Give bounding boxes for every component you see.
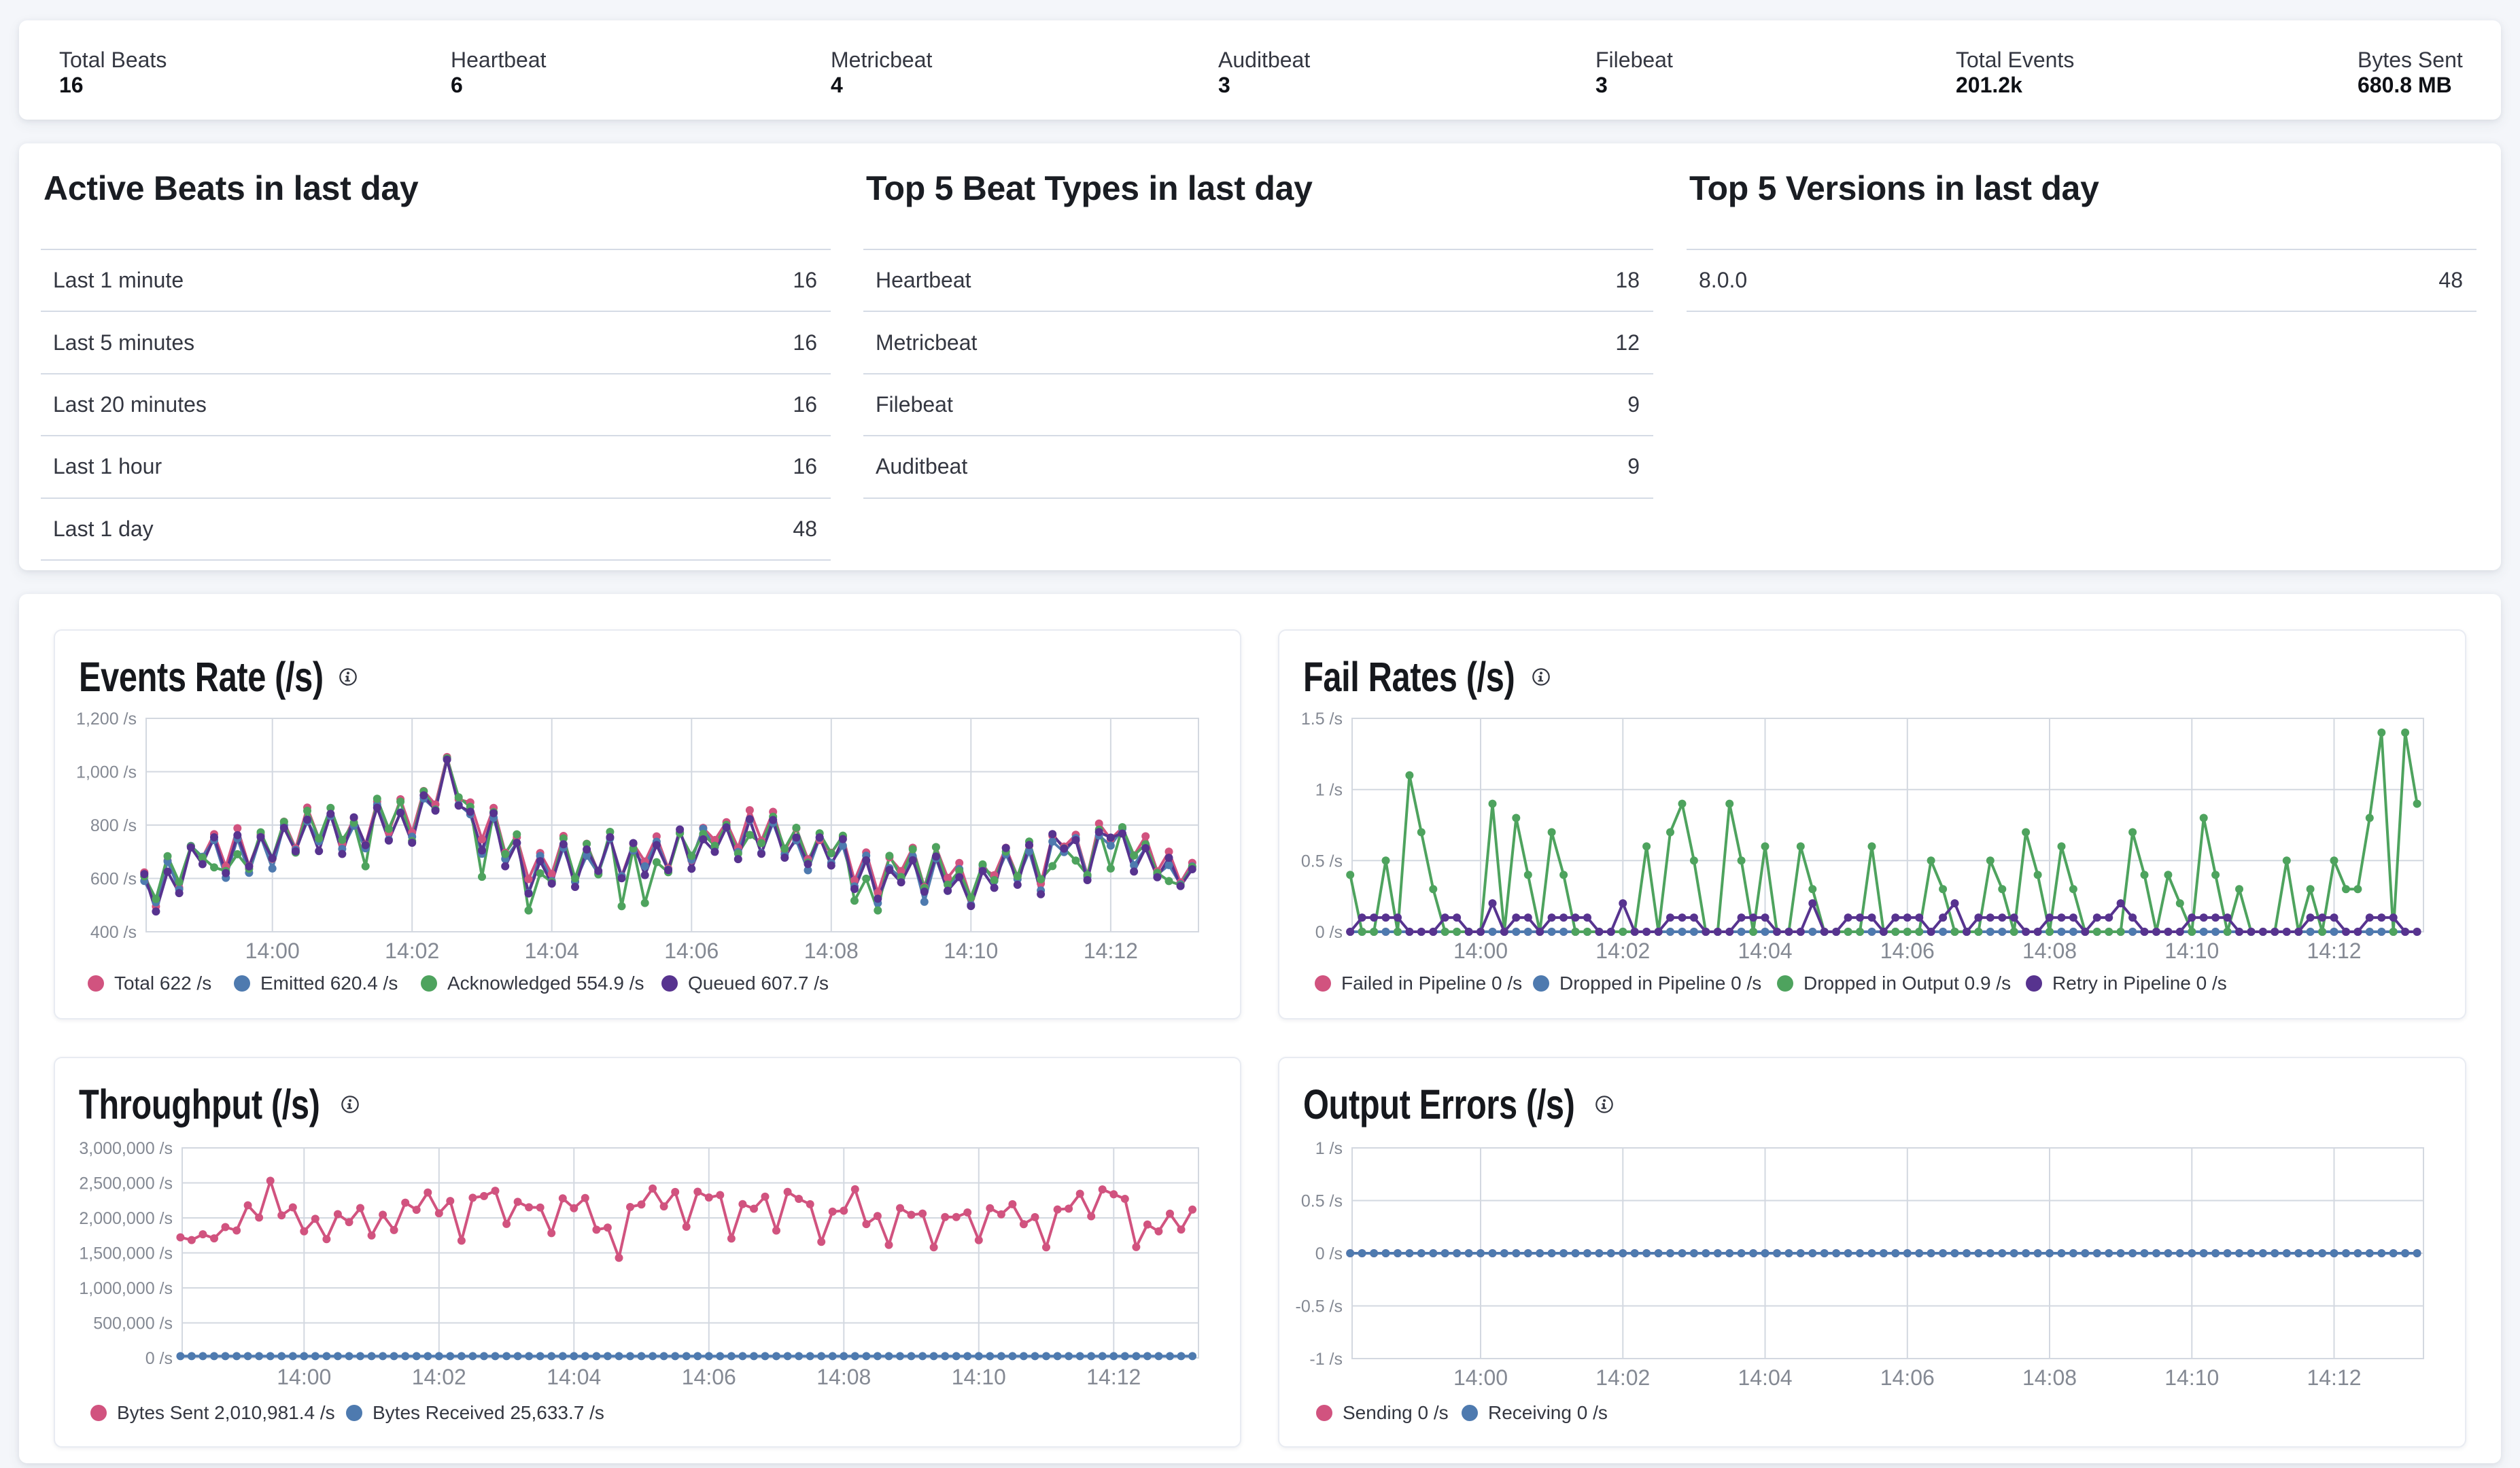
svg-text:14:06: 14:06 — [1880, 1365, 1935, 1390]
svg-text:-0.5 /s: -0.5 /s — [1296, 1297, 1343, 1316]
svg-text:14:00: 14:00 — [277, 1365, 331, 1389]
svg-text:14:00: 14:00 — [1453, 939, 1508, 963]
svg-text:0 /s: 0 /s — [1315, 923, 1343, 942]
svg-text:1,000 /s: 1,000 /s — [76, 763, 137, 782]
svg-text:3,000,000 /s: 3,000,000 /s — [79, 1139, 173, 1158]
svg-text:0.5 /s: 0.5 /s — [1301, 852, 1343, 871]
svg-text:14:08: 14:08 — [2022, 1365, 2077, 1390]
svg-text:14:02: 14:02 — [412, 1365, 466, 1389]
svg-text:14:06: 14:06 — [664, 939, 719, 963]
svg-text:14:12: 14:12 — [1086, 1365, 1141, 1389]
svg-text:800 /s: 800 /s — [90, 816, 137, 835]
svg-text:1,500,000 /s: 1,500,000 /s — [79, 1244, 173, 1263]
svg-text:14:12: 14:12 — [2307, 939, 2361, 963]
svg-text:14:06: 14:06 — [682, 1365, 736, 1389]
svg-text:14:08: 14:08 — [816, 1365, 871, 1389]
svg-text:1,200 /s: 1,200 /s — [76, 710, 137, 729]
svg-text:1 /s: 1 /s — [1315, 1139, 1343, 1158]
svg-text:2,000,000 /s: 2,000,000 /s — [79, 1209, 173, 1228]
svg-text:0 /s: 0 /s — [1315, 1244, 1343, 1263]
svg-text:14:10: 14:10 — [2164, 939, 2219, 963]
svg-text:500,000 /s: 500,000 /s — [93, 1314, 173, 1333]
svg-text:400 /s: 400 /s — [90, 923, 137, 942]
svg-text:14:08: 14:08 — [804, 939, 859, 963]
svg-text:2,500,000 /s: 2,500,000 /s — [79, 1174, 173, 1193]
svg-text:14:12: 14:12 — [1084, 939, 1138, 963]
svg-text:14:04: 14:04 — [547, 1365, 601, 1389]
svg-text:14:08: 14:08 — [2022, 939, 2077, 963]
svg-text:14:04: 14:04 — [525, 939, 579, 963]
svg-text:14:04: 14:04 — [1738, 1365, 1792, 1390]
svg-text:-1 /s: -1 /s — [1309, 1350, 1343, 1369]
svg-text:14:00: 14:00 — [245, 939, 300, 963]
svg-text:14:12: 14:12 — [2307, 1365, 2361, 1390]
svg-text:0 /s: 0 /s — [145, 1349, 173, 1368]
svg-text:600 /s: 600 /s — [90, 870, 137, 889]
svg-text:14:02: 14:02 — [1595, 1365, 1650, 1390]
svg-text:14:02: 14:02 — [1595, 939, 1650, 963]
svg-text:14:04: 14:04 — [1738, 939, 1792, 963]
svg-text:14:06: 14:06 — [1880, 939, 1935, 963]
svg-text:1.5 /s: 1.5 /s — [1301, 710, 1343, 729]
svg-text:14:10: 14:10 — [952, 1365, 1006, 1389]
svg-text:1,000,000 /s: 1,000,000 /s — [79, 1279, 173, 1298]
svg-text:1 /s: 1 /s — [1315, 781, 1343, 800]
svg-text:14:02: 14:02 — [385, 939, 439, 963]
svg-text:14:10: 14:10 — [944, 939, 998, 963]
svg-text:0.5 /s: 0.5 /s — [1301, 1192, 1343, 1211]
svg-text:14:10: 14:10 — [2164, 1365, 2219, 1390]
svg-text:14:00: 14:00 — [1453, 1365, 1508, 1390]
